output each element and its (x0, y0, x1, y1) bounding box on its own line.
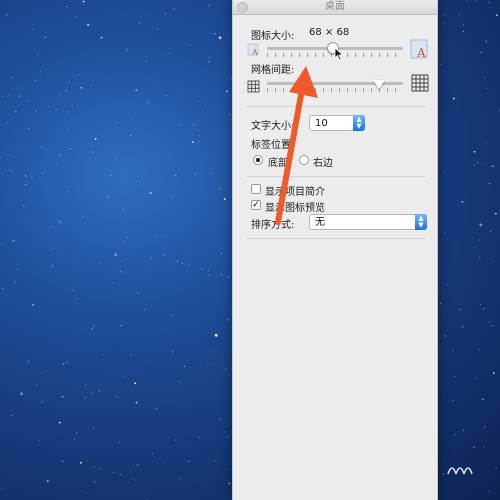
desktop-view-options-panel: 桌面 图标大小: 68 × 68 A A 网格间距: 文字大小: 10 ▲ ▼ … (232, 0, 438, 500)
show-icon-preview-checkbox[interactable]: ✓ (251, 200, 261, 210)
sort-by-value: 无 (315, 217, 325, 228)
watermark-logo (446, 458, 474, 478)
show-item-info-label: 显示项目简介 (265, 187, 325, 198)
chevron-updown-icon: ▲ ▼ (415, 214, 427, 230)
large-grid-icon (411, 74, 429, 96)
grid-spacing-label: 网格间距: (251, 65, 295, 76)
svg-text:A: A (251, 48, 258, 57)
mouse-cursor-icon (334, 46, 344, 65)
chevron-updown-icon: ▲ ▼ (353, 115, 365, 131)
radio-bottom-label: 底部 (268, 158, 288, 169)
window-titlebar: 桌面 (233, 0, 437, 15)
svg-text:A: A (416, 46, 426, 60)
show-item-info-checkbox[interactable] (251, 184, 261, 194)
separator (247, 176, 425, 177)
text-size-label: 文字大小: (251, 121, 295, 132)
icon-size-label: 图标大小: (251, 31, 295, 42)
text-size-value: 10 (315, 118, 328, 129)
text-size-popup[interactable]: 10 ▲ ▼ (309, 115, 365, 131)
radio-right-label: 右边 (313, 158, 333, 169)
grid-spacing-slider-thumb[interactable] (373, 80, 385, 89)
large-icon-preview-icon: A (409, 38, 431, 64)
separator (247, 106, 425, 107)
sort-by-popup[interactable]: 无 ▲ ▼ (309, 214, 427, 230)
label-position-label: 标签位置: (251, 140, 295, 151)
small-icon-preview-icon: A (247, 42, 261, 61)
sort-by-label: 排序方式: (251, 220, 295, 231)
radio-bottom[interactable] (253, 155, 263, 165)
window-title: 桌面 (325, 1, 345, 12)
icon-size-value: 68 × 68 (309, 27, 350, 38)
radio-right[interactable] (299, 155, 309, 165)
separator (247, 238, 425, 239)
close-button[interactable] (237, 2, 248, 13)
small-grid-icon (247, 78, 260, 97)
show-icon-preview-label: 显示图标预览 (265, 203, 325, 214)
